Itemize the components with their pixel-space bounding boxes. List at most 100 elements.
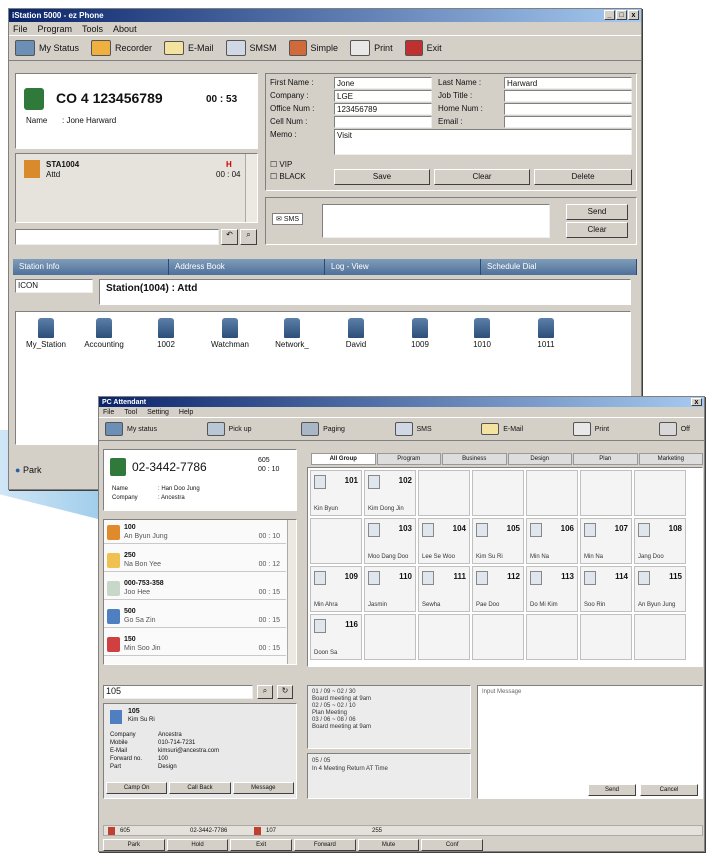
extension-search-button[interactable]: ⌕: [257, 685, 273, 699]
message-cancel-button[interactable]: Cancel: [640, 784, 698, 796]
station-my-station[interactable]: My_Station: [16, 318, 76, 349]
station-1002[interactable]: 1002: [136, 318, 196, 349]
pickup-button[interactable]: Pick up: [201, 418, 258, 440]
menu-file[interactable]: File: [13, 24, 28, 34]
extension-cell[interactable]: 114 Soo Rin: [580, 566, 632, 612]
queue-item[interactable]: 500 Go Sa Zin 00 : 15: [104, 606, 286, 628]
extension-cell[interactable]: 107 Min Na: [580, 518, 632, 564]
extension-cell[interactable]: 105 Kim Su Ri: [472, 518, 524, 564]
extension-refresh-button[interactable]: ↻: [277, 685, 293, 699]
park-button[interactable]: Park: [103, 839, 165, 851]
extension-cell[interactable]: 111 Sewha: [418, 566, 470, 612]
message-input[interactable]: Input Message Send Cancel: [477, 685, 703, 799]
extension-cell[interactable]: 106 Min Na: [526, 518, 578, 564]
simple-button[interactable]: Simple: [283, 36, 345, 60]
station-1010[interactable]: 1010: [452, 318, 512, 349]
back-park-button[interactable]: ● Park: [15, 465, 41, 475]
hold-button[interactable]: Hold: [166, 839, 229, 851]
extension-cell[interactable]: 112 Pae Doo: [472, 566, 524, 612]
vip-checkbox[interactable]: ☐ VIP: [270, 160, 292, 169]
menu-tools[interactable]: Tools: [82, 24, 103, 34]
tab-log-view[interactable]: Log - View: [325, 259, 481, 275]
conf-button[interactable]: Conf: [421, 839, 484, 851]
extension-cell[interactable]: 115 An Byun Jung: [634, 566, 686, 612]
tab-business[interactable]: Business: [442, 453, 507, 465]
sms-clear-button[interactable]: Clear: [566, 222, 628, 238]
station-accounting[interactable]: Accounting: [74, 318, 134, 349]
recorder-button[interactable]: Recorder: [85, 36, 158, 60]
tab-schedule-dial[interactable]: Schedule Dial: [481, 259, 637, 275]
tab-station-info[interactable]: Station Info: [13, 259, 169, 275]
menu-setting[interactable]: Setting: [147, 409, 169, 416]
search-back-button[interactable]: ↶: [221, 229, 238, 245]
close-button[interactable]: x: [628, 10, 639, 20]
exit-button[interactable]: Exit: [399, 36, 448, 60]
search-button[interactable]: ⌕: [240, 229, 257, 245]
station-network[interactable]: Network_: [262, 318, 322, 349]
exit-call-button[interactable]: Exit: [230, 839, 293, 851]
station-1009[interactable]: 1009: [390, 318, 450, 349]
last-name-field[interactable]: Harward: [504, 77, 632, 89]
print-button[interactable]: Print: [567, 418, 615, 440]
sms-message-field[interactable]: [322, 204, 550, 238]
minimize-button[interactable]: _: [604, 10, 615, 20]
delete-button[interactable]: Delete: [534, 169, 632, 185]
memo-field[interactable]: Visit: [334, 129, 632, 155]
call-back-button[interactable]: Call Back: [169, 782, 231, 794]
tab-all-group[interactable]: All Group: [311, 453, 376, 465]
tab-program[interactable]: Program: [376, 453, 441, 465]
cell-num-field[interactable]: [334, 116, 432, 128]
extension-cell[interactable]: 104 Lee Se Woo: [418, 518, 470, 564]
queue-scrollbar[interactable]: [287, 520, 296, 664]
job-title-field[interactable]: [504, 90, 632, 102]
extension-search-input[interactable]: 105: [103, 685, 253, 699]
queue-item[interactable]: 100 An Byun Jung 00 : 10: [104, 522, 286, 544]
home-num-field[interactable]: [504, 103, 632, 115]
extension-cell[interactable]: 116 Doon Sa: [310, 614, 362, 660]
menu-about[interactable]: About: [113, 24, 137, 34]
attendant-close-button[interactable]: x: [691, 398, 702, 406]
extension-cell[interactable]: 108 Jang Doo: [634, 518, 686, 564]
paging-button[interactable]: Paging: [295, 418, 351, 440]
station-list-scrollbar[interactable]: [245, 154, 257, 222]
mute-button[interactable]: Mute: [357, 839, 420, 851]
extension-cell[interactable]: 109 Min Ahra: [310, 566, 362, 612]
my-status-button[interactable]: My Status: [9, 36, 85, 60]
sms-button[interactable]: SMS: [389, 418, 438, 440]
extension-cell[interactable]: 103 Moo Dang Doo: [364, 518, 416, 564]
save-button[interactable]: Save: [334, 169, 430, 185]
tab-marketing[interactable]: Marketing: [638, 453, 703, 465]
queue-item[interactable]: 150 Min Soo Jin 00 : 15: [104, 634, 286, 656]
office-num-field[interactable]: 123456789: [334, 103, 432, 115]
email-button[interactable]: E-Mail: [475, 418, 529, 440]
tab-design[interactable]: Design: [507, 453, 572, 465]
off-button[interactable]: Off: [653, 418, 696, 440]
search-input[interactable]: [15, 229, 219, 245]
station-watchman[interactable]: Watchman: [200, 318, 260, 349]
my-status-button[interactable]: My status: [99, 418, 163, 440]
extension-cell[interactable]: 113 Do Mi Kim: [526, 566, 578, 612]
email-field[interactable]: [504, 116, 632, 128]
menu-tool[interactable]: Tool: [124, 409, 137, 416]
email-button[interactable]: E-Mail: [158, 36, 220, 60]
menu-help[interactable]: Help: [179, 409, 193, 416]
extension-cell[interactable]: 110 Jasmin: [364, 566, 416, 612]
queue-item[interactable]: 250 Na Bon Yee 00 : 12: [104, 550, 286, 572]
tab-plan[interactable]: Plan: [573, 453, 638, 465]
forward-button[interactable]: Forward: [294, 839, 356, 851]
menu-file[interactable]: File: [103, 409, 114, 416]
clear-button[interactable]: Clear: [434, 169, 530, 185]
view-mode-select[interactable]: ICON: [15, 279, 93, 293]
smsm-button[interactable]: SMSM: [220, 36, 283, 60]
station-1011[interactable]: 1011: [516, 318, 576, 349]
message-button[interactable]: Message: [232, 782, 294, 794]
maximize-button[interactable]: □: [616, 10, 627, 20]
station-david[interactable]: David: [326, 318, 386, 349]
queue-item[interactable]: 000-753-358 Joo Hee 00 : 15: [104, 578, 286, 600]
first-name-field[interactable]: Jone: [334, 77, 432, 89]
extension-cell[interactable]: 102 Kim Dong Jin: [364, 470, 416, 516]
print-button[interactable]: Print: [344, 36, 399, 60]
sms-send-button[interactable]: Send: [566, 204, 628, 220]
message-send-button[interactable]: Send: [588, 784, 636, 796]
extension-cell[interactable]: 101 Kin Byun: [310, 470, 362, 516]
